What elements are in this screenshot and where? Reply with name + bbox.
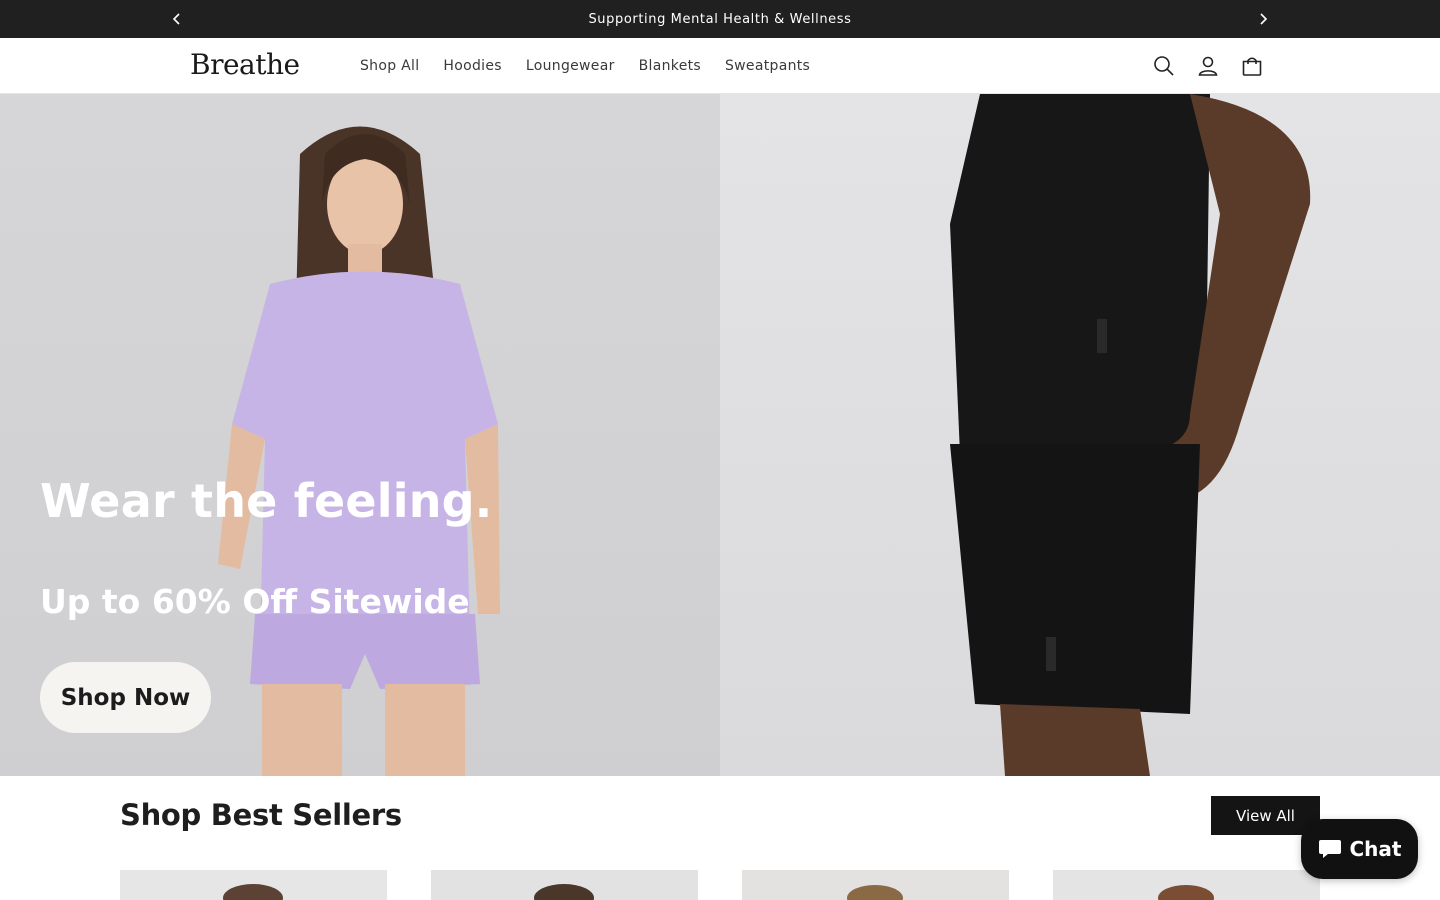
nav-item-loungewear[interactable]: Loungewear — [514, 58, 627, 74]
product-card[interactable] — [431, 870, 698, 900]
hero-headline: Wear the feeling. — [40, 474, 493, 528]
best-sellers-section: Shop Best Sellers View All — [0, 776, 1440, 900]
hero-subheadline: Up to 60% Off Sitewide — [40, 582, 470, 621]
announcement-bar: Supporting Mental Health & Wellness — [0, 0, 1440, 38]
nav-item-shop-all[interactable]: Shop All — [348, 58, 431, 74]
nav-item-sweatpants[interactable]: Sweatpants — [713, 58, 822, 74]
product-image — [1053, 870, 1320, 900]
account-icon — [1198, 56, 1218, 76]
chevron-left-icon — [172, 13, 180, 25]
cart-button[interactable] — [1238, 52, 1266, 80]
announcement-next-button[interactable] — [1253, 9, 1273, 29]
logo[interactable]: Breathe — [190, 48, 300, 81]
chat-label: Chat — [1349, 837, 1402, 861]
nav-item-hoodies[interactable]: Hoodies — [431, 58, 513, 74]
announcement-prev-button[interactable] — [167, 9, 187, 29]
product-card[interactable] — [742, 870, 1009, 900]
product-image — [742, 870, 1009, 900]
product-card[interactable] — [1053, 870, 1320, 900]
hero-image-right — [720, 94, 1440, 776]
chat-button[interactable]: Chat — [1301, 819, 1418, 879]
chat-bubble-icon — [1318, 840, 1341, 858]
search-button[interactable] — [1150, 52, 1178, 80]
site-header: Breathe Shop All Hoodies Loungewear Blan… — [0, 38, 1440, 94]
product-card[interactable] — [120, 870, 387, 900]
shop-now-button[interactable]: Shop Now — [40, 662, 211, 733]
model-black-outfit-illustration — [950, 94, 1311, 776]
section-title: Shop Best Sellers — [120, 798, 402, 832]
chevron-right-icon — [1260, 13, 1268, 25]
product-image — [431, 870, 698, 900]
search-icon — [1154, 56, 1174, 76]
cart-icon — [1242, 57, 1262, 76]
announcement-text: Supporting Mental Health & Wellness — [588, 11, 852, 27]
hero-banner: Wear the feeling. Up to 60% Off Sitewide… — [0, 94, 1440, 776]
main-nav: Shop All Hoodies Loungewear Blankets Swe… — [348, 38, 822, 94]
account-button[interactable] — [1194, 52, 1222, 80]
product-image — [120, 870, 387, 900]
nav-item-blankets[interactable]: Blankets — [627, 58, 713, 74]
